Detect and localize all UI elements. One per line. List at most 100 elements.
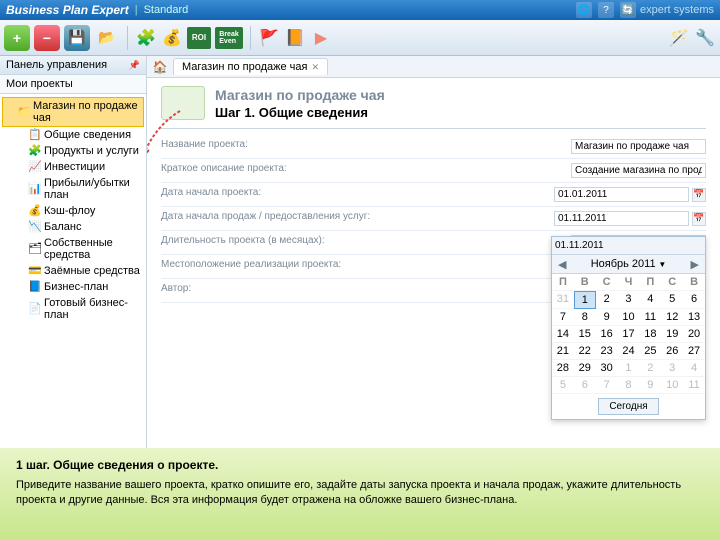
calendar-day[interactable]: 6	[683, 291, 705, 309]
page-icon	[161, 86, 205, 120]
calendar-day[interactable]: 9	[639, 377, 661, 394]
calendar-icon[interactable]: 📅	[692, 212, 706, 226]
calendar-day[interactable]: 5	[661, 291, 683, 309]
help-icon[interactable]: ?	[598, 2, 614, 18]
calendar-day[interactable]: 9	[596, 309, 618, 326]
calendar-day[interactable]: 10	[618, 309, 640, 326]
calendar-day[interactable]: 23	[596, 343, 618, 360]
wizard-icon[interactable]: 🪄	[668, 27, 690, 49]
text-input[interactable]	[571, 163, 706, 178]
calendar-day[interactable]: 11	[683, 377, 705, 394]
date-input[interactable]	[554, 211, 689, 226]
calendar-day[interactable]: 1	[618, 360, 640, 377]
active-tab[interactable]: Магазин по продаже чая ✕	[173, 58, 328, 75]
calendar-day[interactable]: 28	[552, 360, 574, 377]
calendar-day[interactable]: 24	[618, 343, 640, 360]
tree-item[interactable]: 🧩Продукты и услуги	[2, 143, 144, 159]
calendar-day[interactable]: 1	[574, 291, 596, 309]
home-tab[interactable]: 🏠	[151, 59, 169, 75]
brand-icon[interactable]: 🔄	[620, 2, 636, 18]
app-name: Business Plan Expert	[6, 3, 129, 17]
calendar-icon[interactable]: 📅	[692, 188, 706, 202]
footer-title: 1 шаг. Общие сведения о проекте.	[16, 458, 704, 472]
calendar-day[interactable]: 15	[574, 326, 596, 343]
calendar-day[interactable]: 5	[552, 377, 574, 394]
page-content: Магазин по продаже чая Шаг 1. Общие свед…	[147, 78, 720, 448]
today-button[interactable]: Сегодня	[598, 398, 658, 415]
field-row: Дата начала продаж / предоставления услу…	[161, 207, 706, 231]
brand-label: expert systems	[640, 4, 714, 16]
main-toolbar: + − 💾 📂 🧩 💰 ROI BreakEven 🚩 📙 ▶ 🪄 🔧	[0, 20, 720, 56]
calendar-day[interactable]: 29	[574, 360, 596, 377]
help-footer: 1 шаг. Общие сведения о проекте. Приведи…	[0, 448, 720, 540]
calendar-day[interactable]: 14	[552, 326, 574, 343]
field-row: Дата начала проекта:📅	[161, 183, 706, 207]
tree-item[interactable]: 📈Инвестиции	[2, 159, 144, 175]
tree-item[interactable]: 📊Прибыли/убытки план	[2, 175, 144, 203]
tree-item[interactable]: 💳Заёмные средства	[2, 263, 144, 279]
globe-icon[interactable]: 🌐	[576, 2, 592, 18]
calendar-day[interactable]: 18	[639, 326, 661, 343]
calendar-day[interactable]: 7	[552, 309, 574, 326]
calendar-day[interactable]: 25	[639, 343, 661, 360]
calendar-day[interactable]: 2	[596, 291, 618, 309]
calendar-day[interactable]: 27	[683, 343, 705, 360]
calendar-day[interactable]: 31	[552, 291, 574, 309]
calendar-day[interactable]: 20	[683, 326, 705, 343]
calendar-day[interactable]: 16	[596, 326, 618, 343]
pin-icon[interactable]: 📌	[129, 60, 140, 71]
date-picker[interactable]: 01.11.2011 ◀ Ноябрь 2011 ▼ ▶ ПВСЧПСВ3112…	[551, 236, 706, 420]
calendar-day[interactable]: 4	[639, 291, 661, 309]
date-input[interactable]	[554, 187, 689, 202]
calendar-day[interactable]: 19	[661, 326, 683, 343]
text-input[interactable]	[571, 139, 706, 154]
open-button[interactable]: 📂	[94, 25, 120, 51]
save-button[interactable]: 💾	[64, 25, 90, 51]
calendar-day[interactable]: 12	[661, 309, 683, 326]
field-row: Краткое описание проекта:	[161, 159, 706, 183]
footer-text: Приведите название вашего проекта, кратк…	[16, 478, 704, 508]
tree-item[interactable]: 🗂Собственные средства	[2, 235, 144, 263]
puzzle-icon[interactable]: 🧩	[135, 27, 157, 49]
breakeven-icon[interactable]: BreakEven	[215, 27, 243, 49]
calendar-day[interactable]: 10	[661, 377, 683, 394]
calendar-day[interactable]: 4	[683, 360, 705, 377]
calendar-day[interactable]: 3	[661, 360, 683, 377]
bag-icon[interactable]: 💰	[161, 27, 183, 49]
calendar-day[interactable]: 13	[683, 309, 705, 326]
calendar-day[interactable]: 26	[661, 343, 683, 360]
tree-item[interactable]: 💰Кэш-флоу	[2, 203, 144, 219]
flag-icon[interactable]: 🚩	[258, 27, 280, 49]
calendar-day[interactable]: 3	[618, 291, 640, 309]
calendar-day[interactable]: 22	[574, 343, 596, 360]
sidebar-section: Мои проекты	[0, 75, 146, 94]
close-icon[interactable]: ✕	[311, 62, 319, 73]
calendar-day[interactable]: 17	[618, 326, 640, 343]
tree-item[interactable]: 📘Бизнес-план	[2, 279, 144, 295]
calendar-day[interactable]: 8	[618, 377, 640, 394]
play-icon[interactable]: ▶	[310, 27, 332, 49]
edition: Standard	[144, 4, 189, 16]
prev-month-icon[interactable]: ◀	[558, 258, 566, 271]
calendar-day[interactable]: 7	[596, 377, 618, 394]
sidebar-header: Панель управления 📌	[0, 56, 146, 75]
field-row: Название проекта:	[161, 135, 706, 159]
next-month-icon[interactable]: ▶	[691, 258, 699, 271]
add-button[interactable]: +	[4, 25, 30, 51]
calendar-day[interactable]: 30	[596, 360, 618, 377]
tree-item[interactable]: 📄Готовый бизнес-план	[2, 295, 144, 323]
calendar-day[interactable]: 21	[552, 343, 574, 360]
titlebar: Business Plan Expert | Standard 🌐 ? 🔄 ex…	[0, 0, 720, 20]
tree-item[interactable]: 📉Баланс	[2, 219, 144, 235]
calendar-month: Ноябрь 2011	[591, 258, 656, 270]
remove-button[interactable]: −	[34, 25, 60, 51]
calendar-day[interactable]: 2	[639, 360, 661, 377]
tree-item[interactable]: 📋Общие сведения	[2, 127, 144, 143]
calendar-day[interactable]: 6	[574, 377, 596, 394]
manual-icon[interactable]: 📙	[284, 27, 306, 49]
settings-icon[interactable]: 🔧	[694, 27, 716, 49]
roi-icon[interactable]: ROI	[187, 27, 211, 49]
calendar-day[interactable]: 8	[574, 309, 596, 326]
calendar-day[interactable]: 11	[639, 309, 661, 326]
tree-item[interactable]: 📁Магазин по продаже чая	[2, 97, 144, 127]
